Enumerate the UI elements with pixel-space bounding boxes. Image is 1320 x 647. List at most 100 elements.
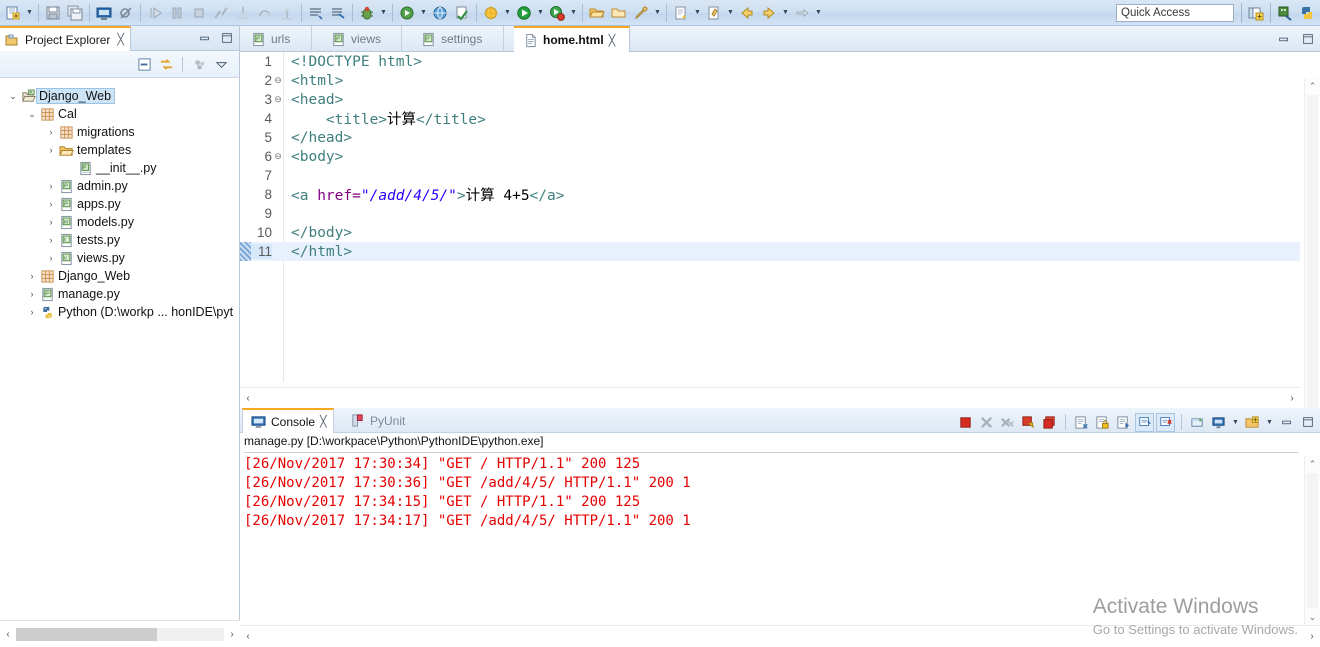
close-console-icon[interactable] <box>1156 412 1175 432</box>
code-line[interactable]: 7 <box>240 166 1300 185</box>
scroll-left-button[interactable]: ‹ <box>0 626 16 642</box>
show-console-on-output-icon[interactable] <box>1114 413 1133 432</box>
code-line[interactable]: 6 ⊖ <body> <box>240 147 1300 166</box>
suspend-icon[interactable] <box>166 2 188 24</box>
next-icon[interactable] <box>791 2 813 24</box>
code-line[interactable]: 4 <title>计算</title> <box>240 109 1300 128</box>
scroll-up-button[interactable]: ⌃ <box>1309 78 1317 94</box>
terminate-icon[interactable] <box>956 413 975 432</box>
maximize-button[interactable] <box>1300 31 1316 47</box>
maximize-button[interactable] <box>219 30 235 46</box>
maximize-button[interactable] <box>1298 413 1317 432</box>
debug-icon[interactable] <box>356 2 378 24</box>
back-icon[interactable] <box>736 2 758 24</box>
editor-tab-settings[interactable]: Psettings <box>412 26 504 52</box>
expand-toggle-icon[interactable]: › <box>25 271 39 281</box>
close-icon[interactable]: ╳ <box>609 34 616 47</box>
expand-toggle-icon[interactable]: › <box>25 289 39 299</box>
open-console-icon[interactable] <box>93 2 115 24</box>
console-vscrollbar[interactable]: ⌃ ⌄ <box>1304 456 1320 625</box>
code-lines[interactable]: 1 <!DOCTYPE html> 2 ⊖ <html> 3 ⊖ <head> 4 <title… <box>240 52 1300 382</box>
code-line[interactable]: 10 </body> <box>240 223 1300 242</box>
run-external-tools-icon[interactable] <box>396 2 418 24</box>
disconnect-icon[interactable] <box>210 2 232 24</box>
scroll-track[interactable] <box>1307 95 1318 417</box>
python-perspective-icon[interactable] <box>1296 2 1318 24</box>
new-python-project-icon[interactable] <box>480 2 502 24</box>
quick-access-input[interactable]: Quick Access <box>1116 3 1234 22</box>
expand-toggle-icon[interactable]: › <box>44 217 58 227</box>
open-folder2-icon[interactable] <box>608 2 630 24</box>
editor-vscrollbar[interactable]: ⌃ ⌄ <box>1304 78 1320 434</box>
tree-item-models-py[interactable]: › m models.py <box>0 213 239 231</box>
tree-item-templates[interactable]: › templates <box>0 141 239 159</box>
word-wrap-icon[interactable] <box>1072 413 1091 432</box>
code-line[interactable]: 2 ⊖ <html> <box>240 71 1300 90</box>
save-icon[interactable] <box>42 2 64 24</box>
tree-item-django-web[interactable]: › Django_Web <box>0 267 239 285</box>
expand-toggle-icon[interactable]: ⌄ <box>6 91 20 102</box>
expand-toggle-icon[interactable]: ⌄ <box>25 109 39 120</box>
view-menu-arrow[interactable]: ▼ <box>1264 411 1275 433</box>
view-menu-icon[interactable] <box>213 56 229 72</box>
scroll-down-button[interactable]: ⌄ <box>1309 609 1317 625</box>
resume-icon[interactable] <box>144 2 166 24</box>
next-arrow[interactable]: ▼ <box>813 2 824 24</box>
expand-toggle-icon[interactable]: › <box>44 199 58 209</box>
code-line[interactable]: 3 ⊖ <head> <box>240 90 1300 109</box>
view-menu-icon[interactable] <box>1243 413 1262 432</box>
step-into-icon[interactable] <box>232 2 254 24</box>
tree-item-django-web[interactable]: ⌄ P Django_Web <box>0 87 239 105</box>
minimize-button[interactable] <box>197 30 213 46</box>
save-all-icon[interactable] <box>64 2 86 24</box>
link-with-editor-icon[interactable] <box>158 56 174 72</box>
fold-toggle-icon[interactable]: ⊖ <box>272 76 284 86</box>
new-wizard-icon[interactable] <box>2 2 24 24</box>
close-icon[interactable]: ╳ <box>117 33 124 46</box>
editor-tab-home-html[interactable]: home.html ╳ <box>514 26 630 52</box>
project-explorer-hscrollbar[interactable]: ‹ › <box>0 620 240 647</box>
last-edit-arrow[interactable]: ▼ <box>725 2 736 24</box>
pin-console-icon[interactable] <box>1040 413 1059 432</box>
fold-toggle-icon[interactable]: ⊖ <box>272 152 284 162</box>
open-folder-icon[interactable] <box>586 2 608 24</box>
tree-item-tests-py[interactable]: › t tests.py <box>0 231 239 249</box>
expand-toggle-icon[interactable]: › <box>44 235 58 245</box>
forward-arrow[interactable]: ▼ <box>780 2 791 24</box>
scroll-right-button[interactable]: › <box>1284 390 1300 406</box>
terminate-icon[interactable] <box>188 2 210 24</box>
tree-item-manage-py[interactable]: › Pmanage.py <box>0 285 239 303</box>
code-line[interactable]: 8 <a href="/add/4/5/">计算 4+5</a> <box>240 185 1300 204</box>
tree-item-apps-py[interactable]: › Papps.py <box>0 195 239 213</box>
expand-toggle-icon[interactable]: › <box>44 145 58 155</box>
tree-item-admin-py[interactable]: › Padmin.py <box>0 177 239 195</box>
clear-console-icon[interactable] <box>1019 413 1038 432</box>
editor-tab-views[interactable]: Pviews <box>322 26 402 52</box>
scroll-left-button[interactable]: ‹ <box>240 629 256 645</box>
display-selected-console-icon[interactable] <box>1135 412 1154 432</box>
expand-toggle-icon[interactable]: › <box>25 307 39 317</box>
minimize-button[interactable] <box>1277 413 1296 432</box>
scroll-thumb[interactable] <box>16 627 158 641</box>
minimize-button[interactable] <box>1276 31 1292 47</box>
tab-project-explorer[interactable]: Project Explorer ╳ <box>0 26 131 51</box>
next-annotation-icon[interactable] <box>670 2 692 24</box>
run-external-dropdown-arrow[interactable]: ▼ <box>418 2 429 24</box>
scroll-right-button[interactable]: › <box>224 626 240 642</box>
search-pencil-icon[interactable] <box>630 2 652 24</box>
scroll-left-button[interactable]: ‹ <box>240 390 256 406</box>
new-dropdown-arrow[interactable]: ▼ <box>24 2 35 24</box>
tree-item-python-d-workp-honide-pyt[interactable]: › Python (D:\workp ... honIDE\pyt <box>0 303 239 321</box>
new-console-view-icon[interactable] <box>1209 413 1228 432</box>
debug-dropdown-arrow[interactable]: ▼ <box>378 2 389 24</box>
expand-toggle-icon[interactable]: › <box>44 253 58 263</box>
search-dropdown-arrow[interactable]: ▼ <box>652 2 663 24</box>
close-icon[interactable]: ╳ <box>320 415 327 428</box>
run-icon[interactable] <box>513 2 535 24</box>
new-python-dropdown-arrow[interactable]: ▼ <box>502 2 513 24</box>
open-console-icon[interactable] <box>1188 413 1207 432</box>
open-perspective-icon[interactable] <box>1245 2 1267 24</box>
pin-console-icon[interactable] <box>305 2 327 24</box>
editor-hscrollbar[interactable]: ‹ › <box>240 387 1300 408</box>
pydev-perspective-icon[interactable] <box>1274 2 1296 24</box>
